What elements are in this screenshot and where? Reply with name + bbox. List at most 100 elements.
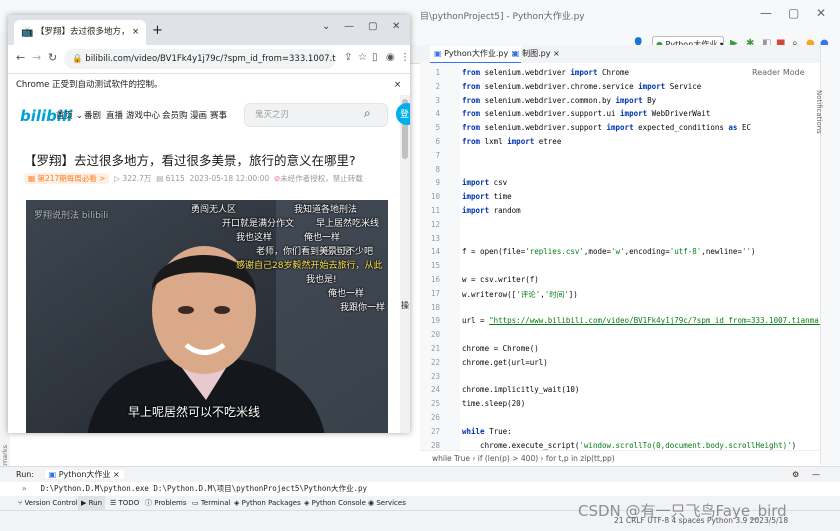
- code-token: expected_conditions: [633, 123, 729, 133]
- reload-icon[interactable]: ↻: [48, 51, 57, 64]
- gear-icon[interactable]: ⚙: [792, 467, 799, 483]
- ide-maximize-button[interactable]: ▢: [788, 6, 799, 20]
- line-number-gutter: 1 2 3 4 5 6 7 8 9 10 11 12 13 14 15 16 17 18 19 20 21 22 23 24 2…: [420, 63, 460, 450]
- nav-manga[interactable]: 漫画: [190, 109, 207, 121]
- python-file-icon: ▣: [48, 470, 57, 479]
- line-number: 24: [430, 385, 440, 395]
- code-token: ): [791, 440, 797, 450]
- code-token: from: [462, 123, 481, 133]
- chrome-tab-active[interactable]: 📺 【罗翔】去过很多地方，看过很 ×: [14, 20, 146, 45]
- new-tab-button[interactable]: +: [152, 23, 163, 38]
- code-token: '评论': [516, 289, 541, 299]
- code-line: chrome.implicitly_wait(10): [462, 385, 580, 395]
- nav-game-center[interactable]: 游戏中心: [126, 109, 160, 121]
- code-line: from selenium.webdriver.common.by import…: [462, 96, 656, 105]
- search-icon[interactable]: ⌕: [364, 106, 371, 121]
- danmaku-count: 6115: [165, 174, 185, 183]
- tab-search-icon[interactable]: ⌄: [322, 21, 330, 32]
- tool-tab-services[interactable]: ◉ Services: [368, 496, 406, 510]
- run-tab-label: Python大作业: [58, 470, 111, 479]
- ide-close-button[interactable]: ✕: [816, 6, 826, 20]
- run-tab[interactable]: ▣ Python大作业 ×: [44, 470, 124, 479]
- chrome-close-button[interactable]: ✕: [392, 21, 400, 32]
- line-number: 10: [430, 192, 440, 202]
- hide-panel-icon[interactable]: —: [812, 467, 820, 483]
- tool-tab-python-packages[interactable]: ◈ Python Packages: [234, 496, 301, 510]
- back-icon[interactable]: ←: [16, 51, 25, 64]
- view-count: 322.7万: [122, 174, 152, 183]
- login-label: 登: [400, 110, 410, 120]
- nav-anime[interactable]: 番剧: [84, 109, 101, 121]
- bilibili-favicon-icon: 📺: [21, 27, 34, 38]
- address-bar[interactable]: 🔒 bilibili.com/video/BV1Fk4y1j79c/?spm_i…: [64, 49, 336, 69]
- lock-icon: 🔒: [72, 54, 83, 64]
- code-line: from selenium.webdriver.support import e…: [462, 123, 751, 132]
- danmaku-item: 早上居然吃米线: [316, 219, 380, 229]
- tool-tab-label: Run: [88, 499, 103, 507]
- tool-tab-run[interactable]: ▶ Run: [78, 496, 106, 510]
- infobar-close-icon[interactable]: ×: [394, 74, 401, 96]
- line-number: 28: [430, 440, 440, 450]
- run-panel-header: Run: ▣ Python大作业 × ⚙ —: [0, 466, 840, 483]
- video-subtitle: 早上呢居然可以不吃米线: [128, 405, 261, 419]
- nav-home[interactable]: 首页 ⌄: [56, 109, 83, 121]
- close-tab-icon[interactable]: ×: [132, 20, 139, 45]
- ide-minimize-button[interactable]: —: [760, 6, 772, 20]
- nav-home-label: 首页: [56, 111, 74, 121]
- chrome-menu-icon[interactable]: ⋮: [400, 52, 410, 63]
- line-number: 20: [430, 330, 440, 340]
- chrome-minimize-button[interactable]: —: [344, 21, 354, 32]
- code-token: selenium.webdriver.support: [480, 123, 607, 133]
- tool-tab-version-control[interactable]: ⑂ Version Control: [18, 496, 78, 510]
- share-icon[interactable]: ⇪: [344, 52, 352, 63]
- line-number: 4: [435, 109, 440, 119]
- tool-tab-python-console[interactable]: ◈ Python Console: [304, 496, 366, 510]
- bookmark-star-icon[interactable]: ☆: [358, 52, 367, 63]
- tool-tab-todo[interactable]: ☰ TODO: [110, 496, 139, 510]
- code-token: lxml: [480, 137, 508, 146]
- profile-icon[interactable]: ◉: [386, 52, 395, 63]
- tab-chart-file[interactable]: ▣ 制图.py ×: [508, 46, 564, 62]
- chrome-maximize-button[interactable]: ▢: [368, 21, 377, 32]
- forward-icon[interactable]: →: [32, 51, 41, 64]
- line-number: 18: [430, 302, 440, 312]
- code-token: ): [751, 247, 756, 257]
- danmaku-item: 俺也一样: [304, 233, 341, 243]
- tool-tab-label: Problems: [154, 499, 187, 507]
- weekly-badge-label: 第217期每周必看 >: [37, 174, 106, 183]
- danmaku-item: 开口就是满分作文: [222, 219, 295, 229]
- sidepanel-icon[interactable]: ▯: [372, 52, 378, 63]
- code-token: import: [606, 123, 634, 133]
- code-token: selenium.webdriver: [480, 68, 571, 77]
- line-number: 21: [430, 344, 440, 353]
- line-number: 6: [435, 137, 440, 146]
- chrome-window: 📺 【罗翔】去过很多地方，看过很 × + ⌄ — ▢ ✕ ← → ↻ 🔒 bil…: [8, 15, 410, 433]
- line-number: 25: [430, 399, 440, 409]
- line-number: 17: [430, 288, 440, 298]
- code-token: ]): [568, 289, 578, 299]
- run-console-output[interactable]: » D:\Python.D.M\python.exe D:\Python.D.M\…: [0, 482, 840, 496]
- nav-mall[interactable]: 会员购: [162, 109, 188, 121]
- code-token: 'window.scrollTo(0,document.body.scrollH…: [579, 440, 792, 450]
- nav-esports[interactable]: 赛事: [210, 109, 227, 121]
- code-breadcrumb[interactable]: while True › if (len(p) > 400) › for t,p…: [420, 450, 820, 467]
- line-number: 1: [435, 68, 440, 77]
- tool-tab-label: Services: [376, 499, 406, 507]
- code-editor[interactable]: from selenium.webdriver import Chrome fro…: [460, 63, 820, 450]
- tool-tab-problems[interactable]: ⓘ Problems: [145, 496, 187, 510]
- side-panel-label[interactable]: 操: [401, 300, 409, 311]
- reader-mode-toggle[interactable]: Reader Mode: [752, 68, 805, 77]
- code-line: from selenium.webdriver.support.ui impor…: [462, 109, 710, 118]
- nav-live[interactable]: 直播: [106, 109, 123, 121]
- line-number: 22: [430, 357, 440, 367]
- line-number: 9: [435, 178, 440, 188]
- notifications-tab[interactable]: Notifications: [815, 90, 823, 134]
- code-line: while True:: [462, 427, 512, 436]
- code-token: WebDriverWait: [647, 109, 711, 119]
- video-player[interactable]: 罗翔说刑法 bilibili 勇闯无人区 我知道各地刑法 开口就是满分作文 早上…: [26, 200, 388, 433]
- tab-label: 制图.py: [522, 49, 551, 58]
- tool-tab-terminal[interactable]: ▭ Terminal: [192, 496, 230, 510]
- code-line: chrome = Chrome(): [462, 344, 539, 353]
- danmaku-item: 老师，你们看到美景可不少吧: [256, 247, 374, 257]
- weekly-badge[interactable]: ▦ 第217期每周必看 >: [24, 173, 110, 184]
